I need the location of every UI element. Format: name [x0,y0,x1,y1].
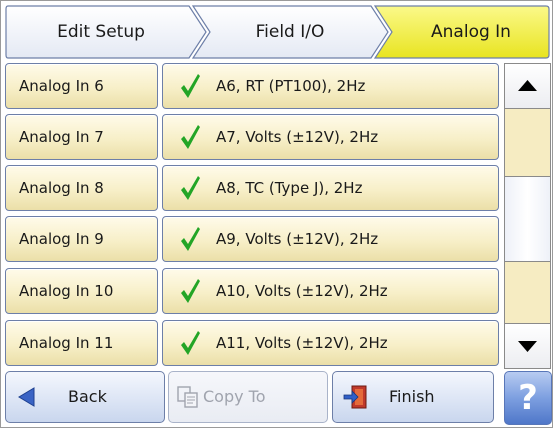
vertical-scrollbar[interactable] [504,63,551,369]
list-item: Analog In 10 A10, Volts (±12V), 2Hz [5,268,499,314]
channel-config-button[interactable]: A11, Volts (±12V), 2Hz [162,320,499,366]
screen-frame: Edit Setup Field I/O Analog In Analog In… [0,0,553,428]
finish-label: Finish [389,387,435,406]
arrow-down-icon [518,341,537,352]
list-item: Analog In 9 A9, Volts (±12V), 2Hz [5,216,499,262]
check-icon [181,125,200,149]
back-button[interactable]: Back [5,371,165,423]
scroll-down-button[interactable] [505,323,550,368]
channel-name: Analog In 10 [19,282,114,300]
channel-name-button[interactable]: Analog In 8 [5,165,158,211]
channel-name-button[interactable]: Analog In 10 [5,268,158,314]
channel-config-button[interactable]: A6, RT (PT100), 2Hz [162,63,499,109]
channel-name: Analog In 11 [19,334,114,352]
help-button[interactable]: ? [504,371,552,425]
arrow-up-icon [518,80,537,91]
channel-config-button[interactable]: A9, Volts (±12V), 2Hz [162,216,499,262]
list-item: Analog In 8 A8, TC (Type J), 2Hz [5,165,499,211]
channel-config: A7, Volts (±12V), 2Hz [216,128,379,146]
scroll-thumb[interactable] [505,176,550,262]
check-icon [181,331,200,355]
channel-name: Analog In 7 [19,128,104,146]
check-icon [181,176,200,200]
finish-door-icon [343,385,367,409]
breadcrumb: Edit Setup Field I/O Analog In [5,5,550,59]
help-icon: ? [518,378,538,418]
channel-config-button[interactable]: A7, Volts (±12V), 2Hz [162,114,499,160]
finish-button[interactable]: Finish [332,371,494,423]
back-arrow-icon [18,387,35,407]
channel-config: A10, Volts (±12V), 2Hz [216,282,388,300]
check-icon [181,74,200,98]
list-item: Analog In 6 A6, RT (PT100), 2Hz [5,63,499,109]
channel-name: Analog In 8 [19,179,104,197]
channel-config: A11, Volts (±12V), 2Hz [216,334,388,352]
channel-config-button[interactable]: A10, Volts (±12V), 2Hz [162,268,499,314]
channel-name: Analog In 6 [19,77,104,95]
copy-icon [177,386,198,408]
back-label: Back [68,387,107,406]
check-icon [181,279,200,303]
scroll-up-button[interactable] [505,64,550,109]
channel-config: A9, Volts (±12V), 2Hz [216,230,379,248]
channel-config-button[interactable]: A8, TC (Type J), 2Hz [162,165,499,211]
check-icon [181,227,200,251]
channel-name-button[interactable]: Analog In 11 [5,320,158,366]
list-item: Analog In 7 A7, Volts (±12V), 2Hz [5,114,499,160]
crumb-analog-in: Analog In [431,22,511,42]
channel-config: A8, TC (Type J), 2Hz [216,179,363,197]
crumb-edit-setup[interactable]: Edit Setup [15,5,187,59]
copy-to-label: Copy To [203,387,266,406]
list-item: Analog In 11 A11, Volts (±12V), 2Hz [5,320,499,366]
channel-name-button[interactable]: Analog In 7 [5,114,158,160]
channel-name-button[interactable]: Analog In 6 [5,63,158,109]
channel-config: A6, RT (PT100), 2Hz [216,77,366,95]
channel-name: Analog In 9 [19,230,104,248]
channel-name-button[interactable]: Analog In 9 [5,216,158,262]
copy-to-button[interactable]: Copy To [168,371,328,423]
crumb-field-io[interactable]: Field I/O [210,5,370,59]
